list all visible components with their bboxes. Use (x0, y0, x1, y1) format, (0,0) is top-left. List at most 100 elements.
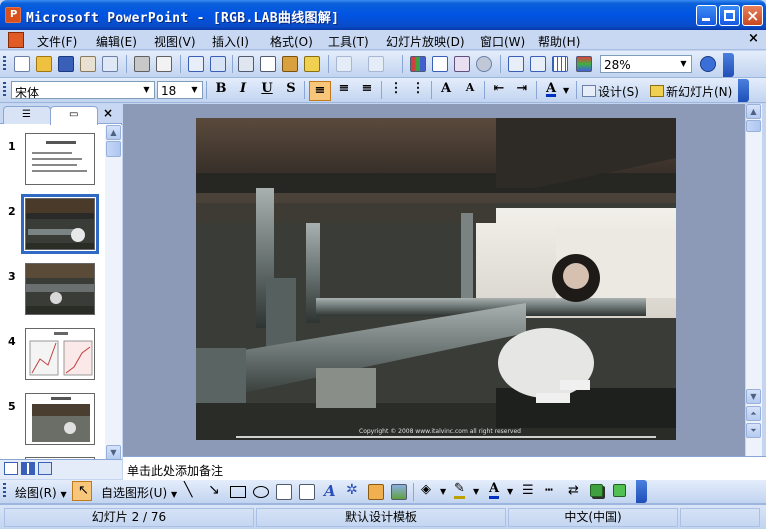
insert-picture-button[interactable] (389, 482, 409, 502)
slide-thumbnail-4[interactable] (25, 328, 95, 380)
shadow-style-button[interactable] (588, 482, 608, 502)
slide-thumbnail-1[interactable] (25, 133, 95, 185)
line-style-button[interactable]: ☰ (519, 482, 539, 502)
tab-slides[interactable]: ▭ (50, 106, 98, 125)
chevron-down-icon[interactable]: ▼ (563, 86, 569, 95)
print-button[interactable] (132, 54, 152, 74)
menu-format[interactable]: 格式(O) (270, 33, 313, 50)
redo-button[interactable] (366, 54, 386, 74)
toolbar-options-button[interactable] (723, 53, 734, 77)
open-button[interactable] (34, 54, 54, 74)
scroll-down-button[interactable]: ▼ (746, 389, 761, 404)
slide-thumbnail-2[interactable] (21, 194, 99, 254)
scroll-thumb[interactable] (106, 141, 121, 157)
menu-slideshow[interactable]: 幻灯片放映(D) (386, 33, 465, 50)
align-right-button[interactable]: ≡ (356, 81, 378, 101)
show-grid-button[interactable] (550, 54, 570, 74)
line-color-button[interactable]: ✎ (451, 482, 471, 502)
help-button[interactable] (698, 54, 718, 74)
wordart-button[interactable]: A (320, 482, 340, 502)
italic-button[interactable]: I (232, 81, 254, 101)
font-size-combo[interactable]: 18 ▼ (157, 81, 203, 99)
slideshow-view-button[interactable] (38, 462, 52, 475)
research-button[interactable] (208, 54, 228, 74)
scroll-up-button[interactable]: ▲ (106, 125, 121, 140)
autoshapes-menu-button[interactable]: 自选图形(U) ▼ (101, 484, 177, 501)
insert-hyperlink-button[interactable] (474, 54, 494, 74)
zoom-combo[interactable]: 28% ▼ (600, 55, 692, 73)
slide-scrollbar[interactable]: ▲ ▼ ⏶ ⏷ (745, 104, 762, 456)
tab-outline[interactable]: ☰ (3, 106, 51, 124)
increase-indent-button[interactable]: ⇥ (511, 81, 533, 101)
arrow-style-button[interactable]: ⇄ (565, 482, 585, 502)
align-center-button[interactable]: ≡ (333, 81, 355, 101)
menu-file[interactable]: 文件(F) (37, 33, 77, 50)
scroll-down-button[interactable]: ▼ (106, 445, 121, 460)
diagram-button[interactable]: ✲ (343, 482, 363, 502)
align-left-button[interactable]: ≡ (309, 81, 331, 101)
arrow-button[interactable]: ↘ (205, 482, 225, 502)
font-color-draw-button[interactable]: A (484, 482, 504, 502)
clip-art-button[interactable] (366, 482, 386, 502)
chevron-down-icon[interactable]: ▼ (140, 83, 153, 97)
slides-pane-scrollbar[interactable]: ▲ ▼ (105, 125, 122, 460)
design-button[interactable]: 设计(S) (582, 83, 639, 100)
toolbar-grip[interactable] (3, 82, 6, 98)
menu-insert[interactable]: 插入(I) (212, 33, 249, 50)
rectangle-button[interactable] (228, 482, 248, 502)
copy-button[interactable] (258, 54, 278, 74)
fill-color-button[interactable]: ◈ (418, 482, 438, 502)
decrease-font-button[interactable]: A (459, 81, 481, 101)
color-grayscale-button[interactable] (574, 54, 594, 74)
bullets-button[interactable]: ⋮ (407, 81, 429, 101)
close-window-button[interactable]: × (742, 5, 763, 26)
chevron-down-icon[interactable]: ▼ (473, 487, 479, 496)
decrease-indent-button[interactable]: ⇤ (488, 81, 510, 101)
slide-canvas[interactable]: Copyright © 2008 www.italvinc.com all ri… (196, 118, 676, 440)
close-document-button[interactable]: × (748, 31, 759, 46)
insert-chart-button[interactable] (408, 54, 428, 74)
menu-window[interactable]: 窗口(W) (480, 33, 525, 50)
line-button[interactable]: ╲ (181, 482, 201, 502)
toolbar-options-button[interactable] (636, 480, 647, 503)
chevron-down-icon[interactable]: ▼ (507, 487, 513, 496)
text-box-button[interactable] (274, 482, 294, 502)
select-objects-button[interactable]: ↖ (72, 481, 92, 501)
print-preview-button[interactable] (154, 54, 174, 74)
oval-button[interactable] (251, 482, 271, 502)
scroll-thumb[interactable] (746, 120, 761, 132)
toolbar-grip[interactable] (3, 483, 6, 499)
save-button[interactable] (56, 54, 76, 74)
slide-thumbnail-5[interactable] (25, 393, 95, 445)
show-formatting-button[interactable] (528, 54, 548, 74)
menu-help[interactable]: 帮助(H) (538, 33, 580, 50)
document-icon[interactable] (8, 32, 24, 48)
paste-button[interactable] (280, 54, 300, 74)
next-slide-button[interactable]: ⏷ (746, 423, 761, 438)
numbering-button[interactable]: ⋮ (385, 81, 407, 101)
expand-button[interactable] (506, 54, 526, 74)
spelling-button[interactable] (186, 54, 206, 74)
format-painter-button[interactable] (302, 54, 322, 74)
minimize-button[interactable] (696, 5, 717, 26)
increase-font-button[interactable]: A (435, 81, 457, 101)
slide-sorter-button[interactable] (21, 462, 35, 475)
menu-edit[interactable]: 编辑(E) (96, 33, 137, 50)
slide-thumbnail-3[interactable] (25, 263, 95, 315)
email-button[interactable] (100, 54, 120, 74)
shadow-button[interactable]: S (280, 81, 302, 101)
toolbar-grip[interactable] (3, 56, 6, 72)
font-color-button[interactable]: A (540, 81, 562, 101)
undo-button[interactable] (334, 54, 354, 74)
toolbar-options-button[interactable] (738, 79, 749, 102)
3d-style-button[interactable] (611, 482, 631, 502)
scroll-up-button[interactable]: ▲ (746, 104, 761, 119)
notes-pane[interactable]: 单击此处添加备注 (123, 456, 766, 480)
insert-table-button[interactable] (430, 54, 450, 74)
underline-button[interactable]: U (256, 81, 278, 101)
previous-slide-button[interactable]: ⏶ (746, 406, 761, 421)
new-button[interactable] (12, 54, 32, 74)
maximize-button[interactable] (719, 5, 740, 26)
chevron-down-icon[interactable]: ▼ (440, 487, 446, 496)
bold-button[interactable]: B (210, 81, 232, 101)
